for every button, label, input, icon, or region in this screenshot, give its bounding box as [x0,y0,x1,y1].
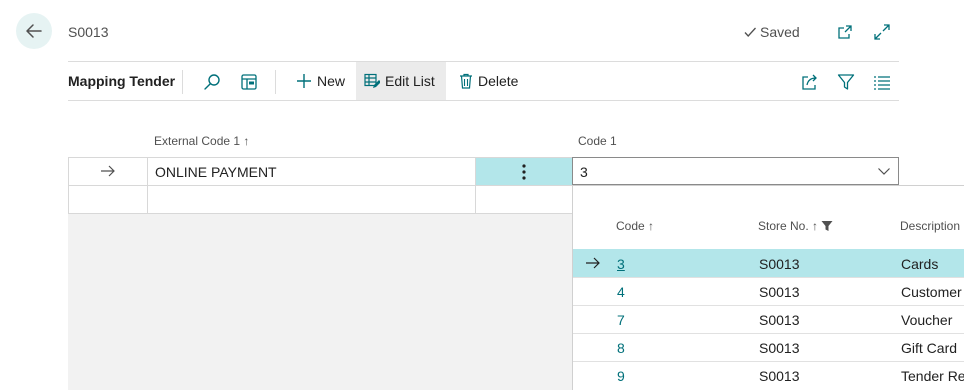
lookup-description: Tender Rem [901,368,964,384]
grid-empty-area [68,213,573,390]
saved-status-label: Saved [760,24,800,40]
lookup-description: Cards [901,256,939,272]
delete-icon [459,73,473,89]
lookup-row-divider [573,305,964,306]
code-field[interactable] [572,157,899,185]
lookup-header-store-no-label: Store No. ↑ [758,219,819,233]
open-new-window-icon[interactable] [835,22,855,42]
empty-row-cell[interactable] [476,186,572,213]
lookup-row-divider [573,361,964,362]
grid-line [68,157,69,214]
checkmark-icon [743,25,757,39]
lookup-store-no: S0013 [759,340,800,356]
lookup-row-divider [573,333,964,334]
search-icon[interactable] [200,70,224,94]
lookup-code-link[interactable]: 8 [617,340,625,356]
list-view-icon[interactable] [870,70,894,94]
page-name: Mapping Tender [68,73,176,89]
column-header-external-code[interactable]: External Code 1 ↑ [154,134,249,148]
delete-button-label: Delete [478,73,519,89]
filter-pane-icon[interactable] [237,70,261,94]
record-title: S0013 [68,24,109,40]
lookup-header-code[interactable]: Code ↑ [616,219,654,233]
column-header-code[interactable]: Code 1 [578,134,617,148]
lookup-store-no: S0013 [759,284,800,300]
lookup-description: Customer [901,284,962,300]
action-divider [275,70,276,94]
new-button-label: New [317,73,346,89]
lookup-description: Gift Card [901,340,958,356]
lookup-row-divider [573,277,964,278]
expand-icon[interactable] [872,22,892,42]
edit-list-icon [364,73,380,89]
lookup-header-description-label: Description [900,219,961,233]
lookup-store-no: S0013 [759,312,800,328]
grid-line [68,213,573,214]
action-bar-bottom-divider [68,100,899,101]
lookup-code-link[interactable]: 9 [617,368,625,384]
lookup-store-no: S0013 [759,256,800,272]
lookup-header-store-no[interactable]: Store No. ↑ [758,219,833,233]
share-icon[interactable] [798,70,822,94]
external-code-cell[interactable]: ONLINE PAYMENT [155,164,277,180]
action-divider [182,70,183,94]
lookup-description: Voucher [901,312,953,328]
new-button[interactable]: New [288,62,353,100]
code-field-value: 3 [580,164,588,180]
row-more-options-button[interactable] [476,158,572,185]
delete-button[interactable]: Delete [451,62,526,100]
saved-status: Saved [743,24,800,40]
plus-icon [296,73,312,89]
chevron-down-icon[interactable] [877,164,891,178]
back-button[interactable] [16,13,52,49]
filter-icon[interactable] [834,70,858,94]
row-arrow-icon [100,164,116,178]
edit-list-button[interactable]: Edit List [356,62,446,100]
new-row-external-code-cell[interactable] [148,186,475,213]
lookup-code-link[interactable]: 4 [617,284,625,300]
row-arrow-icon [585,256,601,270]
lookup-header-description[interactable]: Description [900,219,960,233]
lookup-code-link[interactable]: 7 [617,312,625,328]
lookup-store-no: S0013 [759,368,800,384]
edit-list-button-label: Edit List [385,73,435,89]
more-options-icon [522,163,526,180]
back-arrow-icon [24,21,44,41]
lookup-header-code-label: Code ↑ [616,219,655,233]
lookup-code-link[interactable]: 3 [617,256,625,272]
filter-icon [821,220,833,232]
